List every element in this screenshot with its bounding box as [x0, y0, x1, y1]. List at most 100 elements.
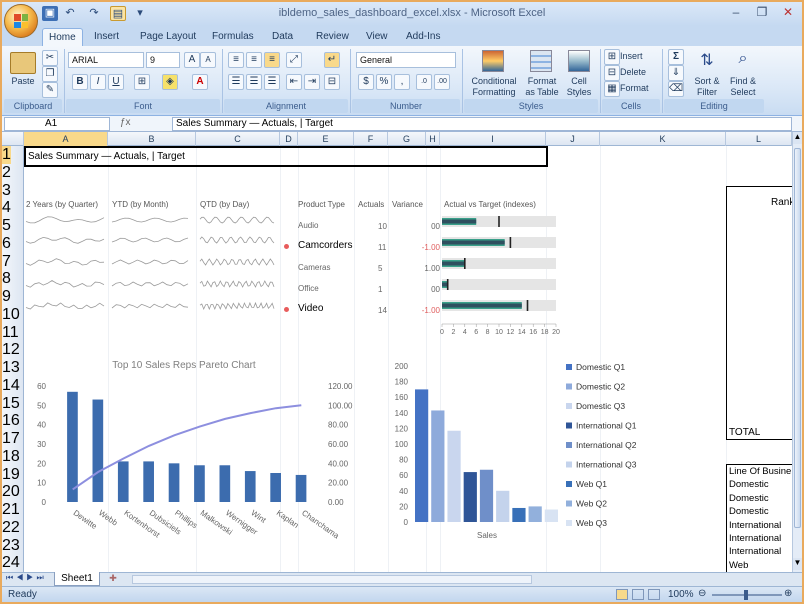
column-header[interactable]: H	[426, 132, 440, 146]
row-header[interactable]: 5	[2, 217, 11, 235]
row-header[interactable]: 19	[2, 466, 20, 484]
row-header[interactable]: 17	[2, 430, 20, 448]
column-header[interactable]: K	[600, 132, 726, 146]
close-button[interactable]: ✕	[776, 3, 800, 21]
tab-add-ins[interactable]: Add-Ins	[400, 28, 446, 46]
page-layout-view-icon[interactable]	[632, 589, 644, 600]
format-cells-icon[interactable]: ▦	[604, 81, 620, 97]
autosum-icon[interactable]: Σ	[668, 49, 684, 65]
clear-icon[interactable]: ⌫	[668, 81, 684, 97]
number-format-select[interactable]: General	[356, 52, 456, 68]
row-header[interactable]: 21	[2, 501, 20, 519]
paste-icon[interactable]	[10, 52, 36, 74]
tab-page-layout[interactable]: Page Layout	[134, 28, 202, 46]
office-button[interactable]	[4, 4, 38, 38]
vertical-scrollbar[interactable]: ▲ ▼	[792, 132, 802, 572]
shrink-font-icon[interactable]: A	[200, 52, 216, 68]
borders-icon[interactable]: ⊞	[134, 74, 150, 90]
currency-icon[interactable]: $	[358, 74, 374, 90]
delete-cells-icon[interactable]: ⊟	[604, 65, 620, 81]
font-color-icon[interactable]: A	[192, 74, 208, 90]
bold-icon[interactable]: B	[72, 74, 88, 90]
comma-style-icon[interactable]: ,	[394, 74, 410, 90]
column-header[interactable]: D	[280, 132, 298, 146]
scroll-down-icon[interactable]: ▼	[793, 558, 802, 570]
restore-button[interactable]: ❐	[750, 3, 774, 21]
align-right-icon[interactable]: ☰	[264, 74, 280, 90]
column-header[interactable]: I	[440, 132, 546, 146]
decrease-decimal-icon[interactable]: .00	[434, 74, 450, 90]
align-top-icon[interactable]: ≡	[228, 52, 244, 68]
decrease-indent-icon[interactable]: ⇤	[286, 74, 302, 90]
row-header[interactable]: 18	[2, 448, 20, 466]
align-middle-icon[interactable]: ≡	[246, 52, 262, 68]
column-header[interactable]: C	[196, 132, 280, 146]
column-header[interactable]: F	[354, 132, 388, 146]
row-header[interactable]: 4	[2, 199, 11, 217]
undo-icon[interactable]: ↶	[62, 6, 78, 21]
sheet-nav-icon[interactable]: ⏮◀▶⏭	[6, 573, 47, 583]
conditional-formatting-button[interactable]: Conditional Formatting	[466, 76, 522, 98]
increase-indent-icon[interactable]: ⇥	[304, 74, 320, 90]
insert-cells-icon[interactable]: ⊞	[604, 49, 620, 65]
wrap-text-icon[interactable]: ↵	[324, 52, 340, 68]
name-box[interactable]: A1	[4, 117, 110, 131]
redo-icon[interactable]: ↷	[86, 6, 102, 21]
underline-icon[interactable]: U	[108, 74, 124, 90]
row-header[interactable]: 1	[2, 146, 11, 164]
row-header[interactable]: 10	[2, 306, 20, 324]
grow-font-icon[interactable]: A	[184, 52, 200, 68]
row-header[interactable]: 23	[2, 537, 20, 555]
delete-cells-button[interactable]: Delete	[620, 67, 646, 78]
zoom-slider-thumb[interactable]	[744, 590, 748, 600]
cut-icon[interactable]: ✂	[42, 50, 58, 66]
paste-button[interactable]: Paste	[6, 76, 40, 87]
column-header[interactable]: J	[546, 132, 600, 146]
horizontal-scrollbar[interactable]	[132, 575, 532, 584]
increase-decimal-icon[interactable]: .0	[416, 74, 432, 90]
scroll-up-icon[interactable]: ▲	[793, 132, 802, 144]
orientation-icon[interactable]: ⤢	[286, 52, 302, 68]
formula-input[interactable]: Sales Summary — Actuals, | Target	[172, 117, 792, 131]
zoom-level[interactable]: 100%	[668, 589, 694, 600]
row-header[interactable]: 8	[2, 270, 11, 288]
column-header[interactable]: G	[388, 132, 426, 146]
row-header[interactable]: 9	[2, 288, 11, 306]
row-header[interactable]: 11	[2, 324, 19, 342]
row-header[interactable]: 16	[2, 412, 20, 430]
worksheet-grid[interactable]: Sales Summary — Actuals, | Target 2 Year…	[24, 146, 792, 572]
fx-icon[interactable]: ƒx	[120, 117, 168, 131]
cell-styles-button[interactable]: Cell Styles	[562, 76, 596, 98]
fill-icon[interactable]: ⇓	[668, 65, 684, 81]
cell-styles-icon[interactable]	[568, 50, 590, 72]
zoom-in-icon[interactable]: ⊕	[784, 588, 792, 599]
scrollbar-thumb[interactable]	[794, 148, 801, 528]
column-header[interactable]: A	[24, 132, 108, 146]
tab-insert[interactable]: Insert	[88, 28, 125, 46]
format-painter-icon[interactable]: ✎	[42, 82, 58, 98]
find-select-button[interactable]: Find & Select	[724, 76, 762, 98]
align-center-icon[interactable]: ☰	[246, 74, 262, 90]
row-header[interactable]: 22	[2, 519, 20, 537]
column-header[interactable]: B	[108, 132, 196, 146]
row-header[interactable]: 2	[2, 164, 11, 182]
format-as-table-button[interactable]: Format as Table	[522, 76, 562, 98]
row-header[interactable]: 24	[2, 554, 20, 572]
tab-home[interactable]: Home	[42, 28, 83, 46]
tab-data[interactable]: Data	[266, 28, 299, 46]
merge-center-icon[interactable]: ⊟	[324, 74, 340, 90]
customize-qat-icon[interactable]: ▾	[132, 6, 148, 21]
row-header[interactable]: 3	[2, 182, 11, 200]
insert-cells-button[interactable]: Insert	[620, 51, 643, 62]
select-all-button[interactable]	[2, 132, 24, 146]
page-break-view-icon[interactable]	[648, 589, 660, 600]
print-preview-icon[interactable]: ▤	[110, 6, 126, 21]
row-header[interactable]: 13	[2, 359, 20, 377]
tab-review[interactable]: Review	[310, 28, 355, 46]
align-left-icon[interactable]: ☰	[228, 74, 244, 90]
insert-sheet-icon[interactable]: ✚	[104, 573, 122, 585]
sheet-tab[interactable]: Sheet1	[54, 572, 100, 586]
tab-formulas[interactable]: Formulas	[206, 28, 260, 46]
copy-icon[interactable]: ❐	[42, 66, 58, 82]
column-header[interactable]: L	[726, 132, 792, 146]
